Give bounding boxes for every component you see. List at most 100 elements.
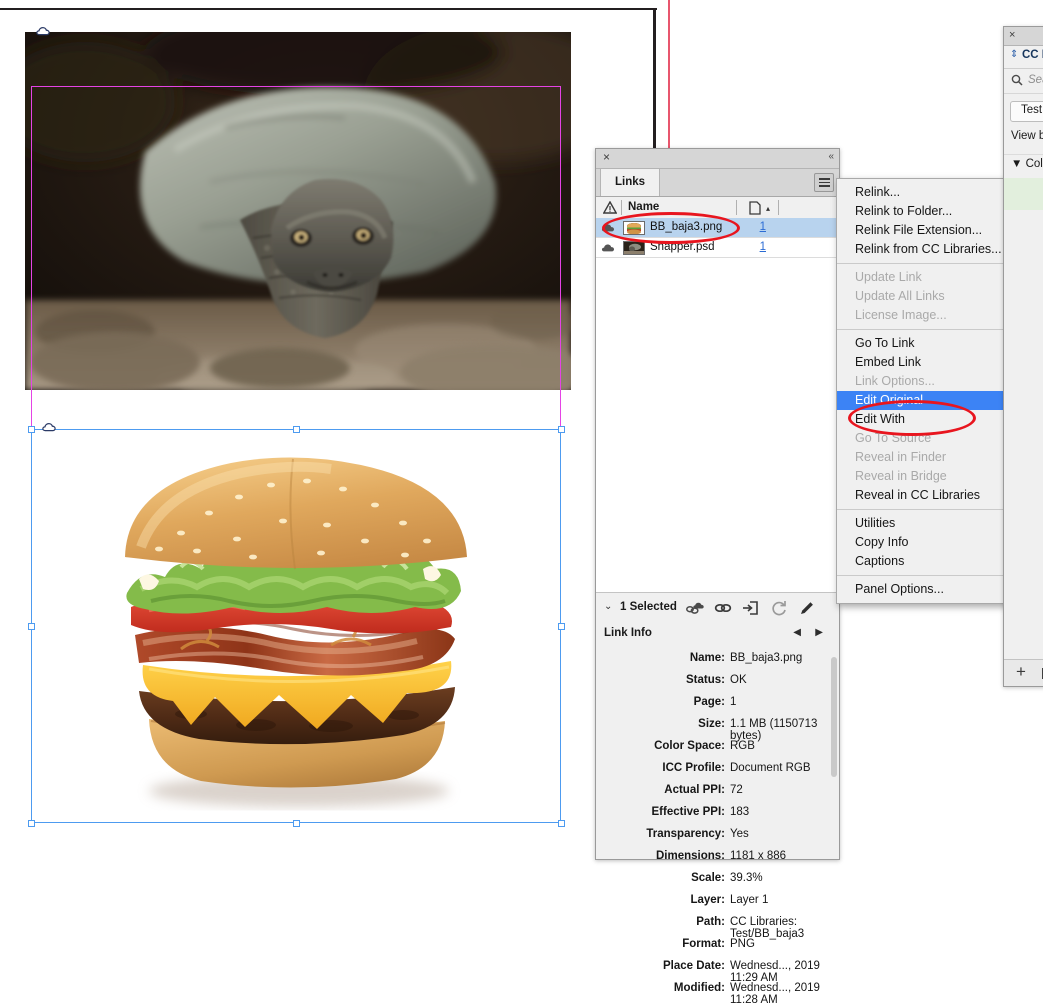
link-info-value: Wednesd..., 2019 11:29 AM	[730, 960, 820, 984]
selection-handle-br[interactable]	[558, 820, 565, 827]
link-info-value: 72	[730, 784, 743, 796]
link-info-row: Actual PPI: 72	[596, 784, 839, 806]
library-selector-value: Test	[1021, 104, 1043, 116]
bacon-burger-image-frame[interactable]	[31, 429, 561, 823]
library-selector-dropdown[interactable]: Test	[1010, 101, 1043, 122]
link-info-value: RGB	[730, 740, 755, 752]
link-info-key: Status:	[686, 674, 725, 686]
cc-libraries-link-badge-burger	[42, 423, 56, 432]
link-info-row: Size: 1.1 MB (1150713 bytes)	[596, 718, 839, 742]
links-panel-titlebar[interactable]: × «	[596, 149, 839, 169]
link-info-row: Path: CC Libraries: Test/BB_baja3	[596, 916, 839, 940]
link-info-row: Effective PPI: 183	[596, 806, 839, 828]
add-item-icon[interactable]: +	[1016, 663, 1026, 681]
selection-handle-tr[interactable]	[558, 426, 565, 433]
links-panel-footer[interactable]: ⌄ 1 Selected	[596, 592, 839, 625]
menu-item-copy-info-label: Copy Info	[855, 535, 909, 549]
link-info-header[interactable]: Link Info ◀ ▶	[596, 623, 839, 646]
tab-cc-libraries[interactable]: ⇕ CC L	[1004, 46, 1043, 69]
selection-handle-bc[interactable]	[293, 820, 300, 827]
link-info-key: Layer:	[690, 894, 725, 906]
link-info-row: Status: OK	[596, 674, 839, 696]
selection-handle-mr[interactable]	[558, 623, 565, 630]
link-info-value: 1	[730, 696, 737, 708]
tab-links[interactable]: Links	[600, 169, 661, 196]
links-panel[interactable]: × « Links Name ▴ BB_baja3.png 1 Snapper.…	[595, 148, 840, 1006]
snapping-turtle-photo	[25, 32, 571, 390]
link-info-value: CC Libraries: Test/BB_baja3	[730, 916, 805, 940]
selection-handle-ml[interactable]	[28, 623, 35, 630]
column-header-name[interactable]: Name	[628, 201, 659, 213]
panel-menu-icon[interactable]	[814, 173, 834, 192]
links-list-empty-area	[596, 258, 839, 592]
cc-libraries-tab-label: CC L	[1022, 49, 1043, 61]
view-by-label[interactable]: View b	[1004, 130, 1043, 148]
link-info-row: ICC Profile: Document RGB	[596, 762, 839, 784]
table-row[interactable]: BB_baja3.png 1	[596, 218, 839, 238]
link-info-key: Transparency:	[646, 828, 725, 840]
close-icon[interactable]: ×	[1009, 29, 1015, 41]
close-icon[interactable]: ×	[601, 151, 612, 163]
column-header-page-icon[interactable]	[749, 201, 761, 218]
bacon-burger-photo	[31, 429, 561, 823]
warning-column-icon[interactable]	[602, 200, 618, 217]
link-info-scrollbar[interactable]	[831, 657, 837, 777]
link-info-title: Link Info	[604, 627, 652, 639]
table-row[interactable]: Snapper.psd 1	[596, 238, 839, 258]
link-info-key: Color Space:	[654, 740, 725, 752]
link-info-row: Layer: Layer 1	[596, 894, 839, 916]
chevron-down-icon[interactable]: ⌄	[604, 601, 612, 612]
link-info-key: Dimensions:	[655, 850, 725, 862]
link-info-value: Yes	[730, 828, 749, 840]
link-info-key: Scale:	[691, 872, 725, 884]
link-info-row: Page: 1	[596, 696, 839, 718]
cc-libraries-titlebar[interactable]: ×	[1004, 27, 1043, 46]
colors-section-header[interactable]: ▼ Colo	[1004, 154, 1043, 176]
color-swatch[interactable]	[1004, 178, 1043, 210]
selection-handle-tl[interactable]	[28, 426, 35, 433]
column-divider-2	[736, 200, 737, 215]
link-page-number[interactable]: 1	[596, 241, 766, 253]
link-info-key: Path:	[696, 916, 725, 928]
panel-grip-icon: ⇕	[1010, 49, 1019, 60]
cc-libraries-search[interactable]: Sea	[1004, 69, 1043, 94]
link-page-number[interactable]: 1	[596, 221, 766, 233]
relink-from-cc-libraries-icon[interactable]	[686, 599, 704, 617]
link-info-value: OK	[730, 674, 747, 686]
cc-libraries-panel[interactable]: × ⇕ CC L Sea Test View b ▼ Colo +	[1003, 26, 1043, 687]
snapping-turtle-image-frame[interactable]	[25, 32, 571, 390]
selection-handle-bl[interactable]	[28, 820, 35, 827]
column-divider-3	[778, 200, 779, 215]
link-info-key: ICC Profile:	[662, 762, 725, 774]
link-info-body: Name: BB_baja3.png Status: OK Page: 1 Size:…	[596, 645, 839, 1006]
link-info-value: Document RGB	[730, 762, 811, 774]
previous-link-icon[interactable]: ◀	[793, 627, 801, 638]
relink-icon[interactable]	[714, 599, 732, 617]
selection-handle-tc[interactable]	[293, 426, 300, 433]
cc-libraries-footer[interactable]: +	[1004, 659, 1043, 686]
link-info-row: Name: BB_baja3.png	[596, 652, 839, 674]
link-info-key: Format:	[682, 938, 725, 950]
sort-ascending-icon[interactable]: ▴	[766, 204, 770, 213]
link-info-row: Color Space: RGB	[596, 740, 839, 762]
link-info-row: Place Date: Wednesd..., 2019 11:29 AM	[596, 960, 839, 984]
link-info-key: Actual PPI:	[664, 784, 725, 796]
edit-original-icon[interactable]	[798, 599, 816, 617]
update-link-icon[interactable]	[770, 599, 788, 617]
page-border-top	[0, 8, 657, 10]
menu-item-captions-label: Captions	[855, 554, 905, 568]
link-info-key: Effective PPI:	[651, 806, 726, 818]
link-info-value: PNG	[730, 938, 755, 950]
link-info-row: Format: PNG	[596, 938, 839, 960]
selection-count-label: 1 Selected	[620, 601, 677, 613]
link-info-value: 1181 x 886	[730, 850, 787, 862]
next-link-icon[interactable]: ▶	[815, 627, 823, 638]
links-list[interactable]: BB_baja3.png 1 Snapper.psd 1	[596, 218, 839, 592]
links-panel-tabstrip[interactable]: Links	[596, 169, 839, 197]
collapse-panel-icon[interactable]: «	[828, 151, 833, 162]
goto-link-icon[interactable]	[742, 599, 760, 617]
link-info-row: Transparency: Yes	[596, 828, 839, 850]
link-info-key: Page:	[693, 696, 725, 708]
chevron-down-icon[interactable]: ▼	[1011, 158, 1022, 170]
link-info-key: Size:	[698, 718, 725, 730]
